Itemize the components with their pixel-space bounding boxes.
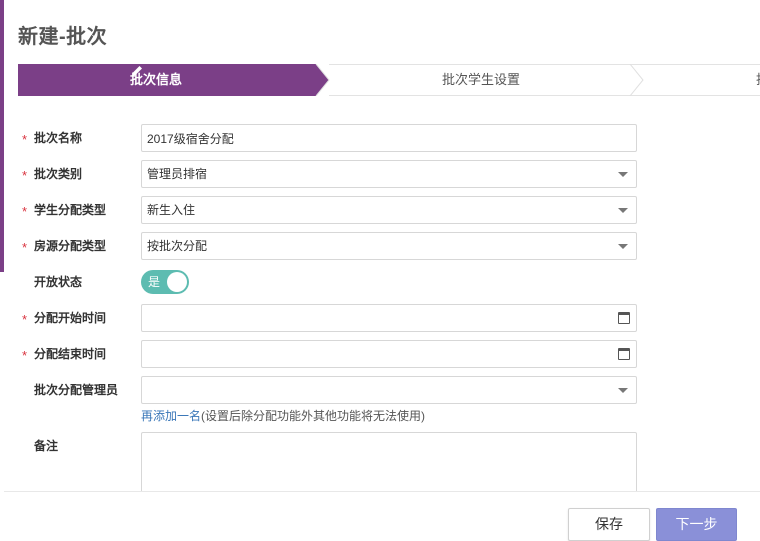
alloc-end-time-input[interactable]	[141, 340, 637, 368]
remarks-label: 备注	[34, 439, 59, 453]
required-mark: *	[22, 168, 28, 183]
next-step-button[interactable]: 下一步	[656, 508, 737, 541]
page-title: 新建-批次	[18, 26, 108, 48]
calendar-icon[interactable]	[618, 312, 630, 324]
batch-name-row: * 批次名称	[0, 124, 760, 152]
open-status-label: 开放状态	[34, 275, 83, 289]
calendar-icon[interactable]	[618, 348, 630, 360]
batch-admin-label: 批次分配管理员	[34, 383, 119, 397]
save-button[interactable]: 保存	[568, 508, 650, 541]
batch-type-label: 批次类别	[34, 167, 83, 181]
batch-admin-select[interactable]	[141, 376, 637, 404]
room-alloc-type-value: 按批次分配	[147, 239, 208, 253]
alloc-end-time-label: 分配结束时间	[34, 347, 107, 361]
admin-hint: 再添加一名(设置后除分配功能外其他功能将无法使用)	[141, 407, 425, 424]
required-mark: *	[22, 348, 28, 363]
alloc-end-time-row: * 分配结束时间	[0, 340, 760, 368]
student-alloc-type-select[interactable]: 新生入住	[141, 196, 637, 224]
student-alloc-type-label: 学生分配类型	[34, 203, 107, 217]
step-2-divider	[629, 64, 644, 96]
step-batch-students[interactable]: 批次学生设置	[442, 64, 520, 96]
open-status-row: 开放状态 是	[0, 268, 760, 296]
required-mark: *	[22, 132, 28, 147]
batch-type-select[interactable]: 管理员排宿	[141, 160, 637, 188]
batch-name-label: 批次名称	[34, 131, 83, 145]
batch-admin-row: 批次分配管理员	[0, 376, 760, 404]
alloc-start-time-label: 分配开始时间	[34, 311, 107, 325]
room-alloc-type-label: 房源分配类型	[34, 239, 107, 253]
batch-type-row: * 批次类别 管理员排宿	[0, 160, 760, 188]
admin-hint-text: (设置后除分配功能外其他功能将无法使用)	[201, 409, 426, 423]
open-status-toggle[interactable]: 是	[141, 270, 189, 294]
student-alloc-type-row: * 学生分配类型 新生入住	[0, 196, 760, 224]
toggle-text: 是	[148, 275, 161, 289]
required-mark: *	[22, 240, 28, 255]
alloc-start-time-row: * 分配开始时间	[0, 304, 760, 332]
step-progress: 批次信息 批次学生设置 批	[18, 64, 760, 96]
add-admin-link[interactable]: 再添加一名	[141, 409, 201, 423]
room-alloc-type-select[interactable]: 按批次分配	[141, 232, 637, 260]
room-alloc-type-row: * 房源分配类型 按批次分配	[0, 232, 760, 260]
toggle-knob	[167, 272, 187, 292]
chevron-down-icon	[618, 244, 628, 249]
student-alloc-type-value: 新生入住	[147, 203, 196, 217]
batch-type-value: 管理员排宿	[147, 167, 208, 181]
chevron-down-icon	[618, 208, 628, 213]
chevron-down-icon	[618, 388, 628, 393]
step-batch-info[interactable]: 批次信息	[130, 64, 182, 96]
pencil-icon	[132, 66, 142, 76]
required-mark: *	[22, 204, 28, 219]
batch-name-input[interactable]	[141, 124, 637, 152]
alloc-start-time-input[interactable]	[141, 304, 637, 332]
required-mark: *	[22, 312, 28, 327]
step-3-truncated[interactable]: 批	[756, 64, 760, 96]
chevron-down-icon	[618, 172, 628, 177]
